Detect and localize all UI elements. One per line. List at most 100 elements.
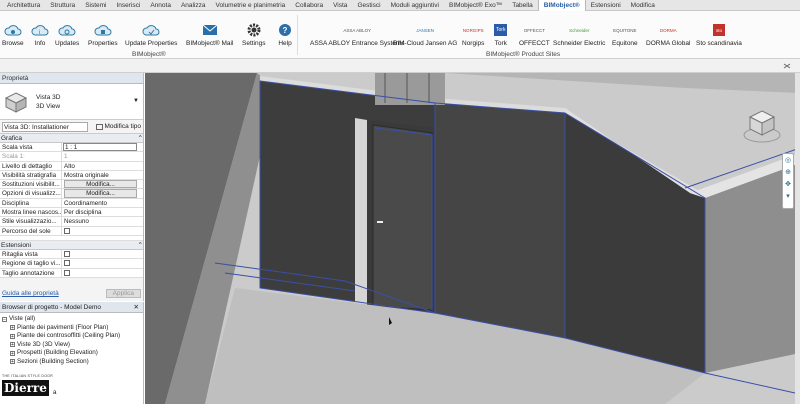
- browser-tree-item[interactable]: + Prospetti (Building Elevation): [2, 349, 143, 358]
- sites-group-label: BIMobject® Product Sites: [486, 51, 561, 58]
- collapse-icon: ⌃: [137, 135, 143, 142]
- site-offecct[interactable]: OFFECCT OFFECCT: [519, 13, 550, 48]
- help-button[interactable]: ? Help: [276, 13, 294, 47]
- door-handle: [377, 221, 383, 223]
- navigation-bar: ◎ ⊕ ✥ ▾: [782, 153, 794, 209]
- site-tork[interactable]: Tork Tork: [494, 13, 508, 47]
- ribbon-tab[interactable]: Gestisci: [352, 0, 385, 11]
- ribbon-tab[interactable]: Collabora: [290, 0, 328, 11]
- edit-type-button[interactable]: Modifica tipo: [95, 123, 141, 130]
- ribbon-tab[interactable]: Modifica: [626, 0, 660, 11]
- viewcube-icon[interactable]: [742, 105, 782, 145]
- apply-button[interactable]: Applica: [105, 289, 141, 298]
- collapse-icon: ⌃: [137, 241, 143, 249]
- close-icon[interactable]: [782, 62, 792, 70]
- properties-footer: Guida alle proprietà Applica: [0, 288, 143, 299]
- update-properties-icon: [142, 22, 160, 38]
- offecct-logo: OFFECCT: [523, 27, 545, 33]
- ribbon-tab[interactable]: BIMobject® Exo™: [444, 0, 507, 11]
- update-properties-button[interactable]: Update Properties: [125, 13, 177, 47]
- updates-button[interactable]: Updates: [55, 13, 79, 47]
- browser-tree-item[interactable]: + Viste 3D (3D View): [2, 341, 143, 350]
- expand-toggle-icon[interactable]: +: [10, 333, 15, 339]
- browser-tree: − Viste (all) + Piante dei pavimenti (Floor…: [0, 313, 143, 366]
- prop-row: Taglio annotazione: [0, 268, 143, 278]
- zoom-icon[interactable]: ⊕: [783, 168, 793, 178]
- prop-row: Regione di taglio vi...: [0, 259, 143, 269]
- equitone-logo: EQUITONE: [613, 27, 637, 33]
- expand-toggle-icon[interactable]: +: [10, 325, 15, 331]
- ribbon-tab[interactable]: Inserisci: [112, 0, 146, 11]
- chevron-down-icon: ▼: [133, 98, 139, 104]
- dierre-logo: THE ITALIAN STYLE DOOR Dierre a: [2, 374, 57, 396]
- ribbon-tab[interactable]: Volumetrie e planimetria: [211, 0, 291, 11]
- dropdown-icon[interactable]: ▾: [783, 192, 793, 202]
- steering-wheel-icon[interactable]: ◎: [783, 156, 793, 166]
- mail-button[interactable]: BIMobject® Mail: [186, 13, 233, 47]
- close-icon[interactable]: ✕: [134, 302, 139, 312]
- section-estensioni[interactable]: Estensioni ⌃: [0, 240, 143, 250]
- expand-toggle-icon[interactable]: +: [10, 342, 15, 348]
- site-sto[interactable]: sto Sto scandinavia: [696, 13, 742, 47]
- edit-display-options-button[interactable]: Modifica...: [64, 189, 137, 198]
- viewport-scrollbar[interactable]: [795, 73, 800, 404]
- site-jansen[interactable]: JANSEN BIM-Cloud Jansen AG: [393, 13, 457, 48]
- ribbon-separator: [297, 15, 298, 55]
- info-button[interactable]: i Info: [31, 13, 49, 47]
- pan-icon[interactable]: ✥: [783, 180, 793, 190]
- properties-title: Proprietà: [0, 73, 143, 84]
- browser-tree-item[interactable]: − Viste (all): [2, 315, 143, 324]
- ribbon-tab[interactable]: Architettura: [2, 0, 45, 11]
- schneider-logo: Schneider: [569, 27, 590, 33]
- prop-row: Scala 1: 1: [0, 152, 143, 162]
- edit-overrides-button[interactable]: Modifica...: [64, 180, 137, 189]
- ribbon-tab[interactable]: Vista: [328, 0, 352, 11]
- ribbon-tab[interactable]: Estensioni: [586, 0, 626, 11]
- browse-button[interactable]: Browse: [2, 13, 24, 47]
- crop-view-checkbox[interactable]: [64, 250, 70, 257]
- ribbon-bottom-strip: [0, 59, 800, 73]
- ribbon-tab[interactable]: BIMobject®: [537, 0, 586, 11]
- ribbon-tab[interactable]: Sistemi: [80, 0, 111, 11]
- ribbon-tab[interactable]: Struttura: [45, 0, 80, 11]
- dorma-logo: DORMA: [659, 27, 677, 33]
- type-selector[interactable]: Vista 3D 3D View ▼: [0, 84, 143, 120]
- site-assa-abloy[interactable]: ASSA ABLOY ASSA ABLOY Entrance Systems: [310, 13, 405, 48]
- collapse-toggle-icon[interactable]: −: [2, 316, 7, 322]
- browser-tree-item[interactable]: + Piante dei pavimenti (Floor Plan): [2, 324, 143, 333]
- sto-logo: sto: [712, 24, 725, 36]
- svg-text:i: i: [39, 30, 40, 36]
- site-schneider[interactable]: Schneider Schneider Electric: [553, 13, 605, 48]
- sun-path-checkbox[interactable]: [64, 227, 70, 234]
- browser-tree-item[interactable]: + Sezioni (Building Section): [2, 358, 143, 367]
- browser-tree-item[interactable]: + Piante dei controsoffitti (Ceiling Plan…: [2, 332, 143, 341]
- prop-row: Ritaglia vista: [0, 249, 143, 260]
- prop-row: Livello di dettaglio Alto: [0, 161, 143, 171]
- ribbon-tab[interactable]: Annota: [145, 0, 176, 11]
- ribbon-tab[interactable]: Moduli aggiuntivi: [386, 0, 444, 11]
- settings-button[interactable]: Settings: [242, 13, 266, 47]
- 3d-view-icon: [4, 91, 28, 113]
- ribbon-tab[interactable]: Tabella: [507, 0, 538, 11]
- properties-help-link[interactable]: Guida alle proprietà: [2, 290, 59, 297]
- ribbon-tab[interactable]: Analizza: [176, 0, 211, 11]
- expand-toggle-icon[interactable]: +: [10, 350, 15, 356]
- site-norgips[interactable]: NORGIPS Norgips: [462, 13, 484, 48]
- scale-input[interactable]: 1 : 1: [63, 143, 137, 152]
- norgips-logo: NORGIPS: [462, 27, 484, 33]
- 3d-viewport[interactable]: ◎ ⊕ ✥ ▾: [145, 73, 800, 404]
- properties-palette: Proprietà Vista 3D 3D View ▼ Vista 3D: I…: [0, 73, 144, 301]
- view-select[interactable]: Vista 3D: Installationer: [2, 121, 88, 132]
- browser-title-bar: Browser di progetto - Model Demo ✕: [0, 302, 143, 313]
- crop-region-checkbox[interactable]: [64, 260, 70, 267]
- annotation-crop-checkbox[interactable]: [64, 269, 70, 276]
- site-equitone[interactable]: EQUITONE Equitone: [612, 13, 638, 48]
- properties-button[interactable]: Properties: [88, 13, 118, 47]
- expand-toggle-icon[interactable]: +: [10, 359, 15, 365]
- site-dorma[interactable]: DORMA DORMA Global: [646, 13, 690, 48]
- refresh-cloud-icon: [58, 22, 76, 38]
- properties-cloud-icon: [94, 22, 112, 38]
- edit-type-icon: [95, 123, 103, 130]
- section-grafica[interactable]: Grafica ⌃: [0, 134, 143, 143]
- detail-level-value[interactable]: Alto: [62, 162, 143, 170]
